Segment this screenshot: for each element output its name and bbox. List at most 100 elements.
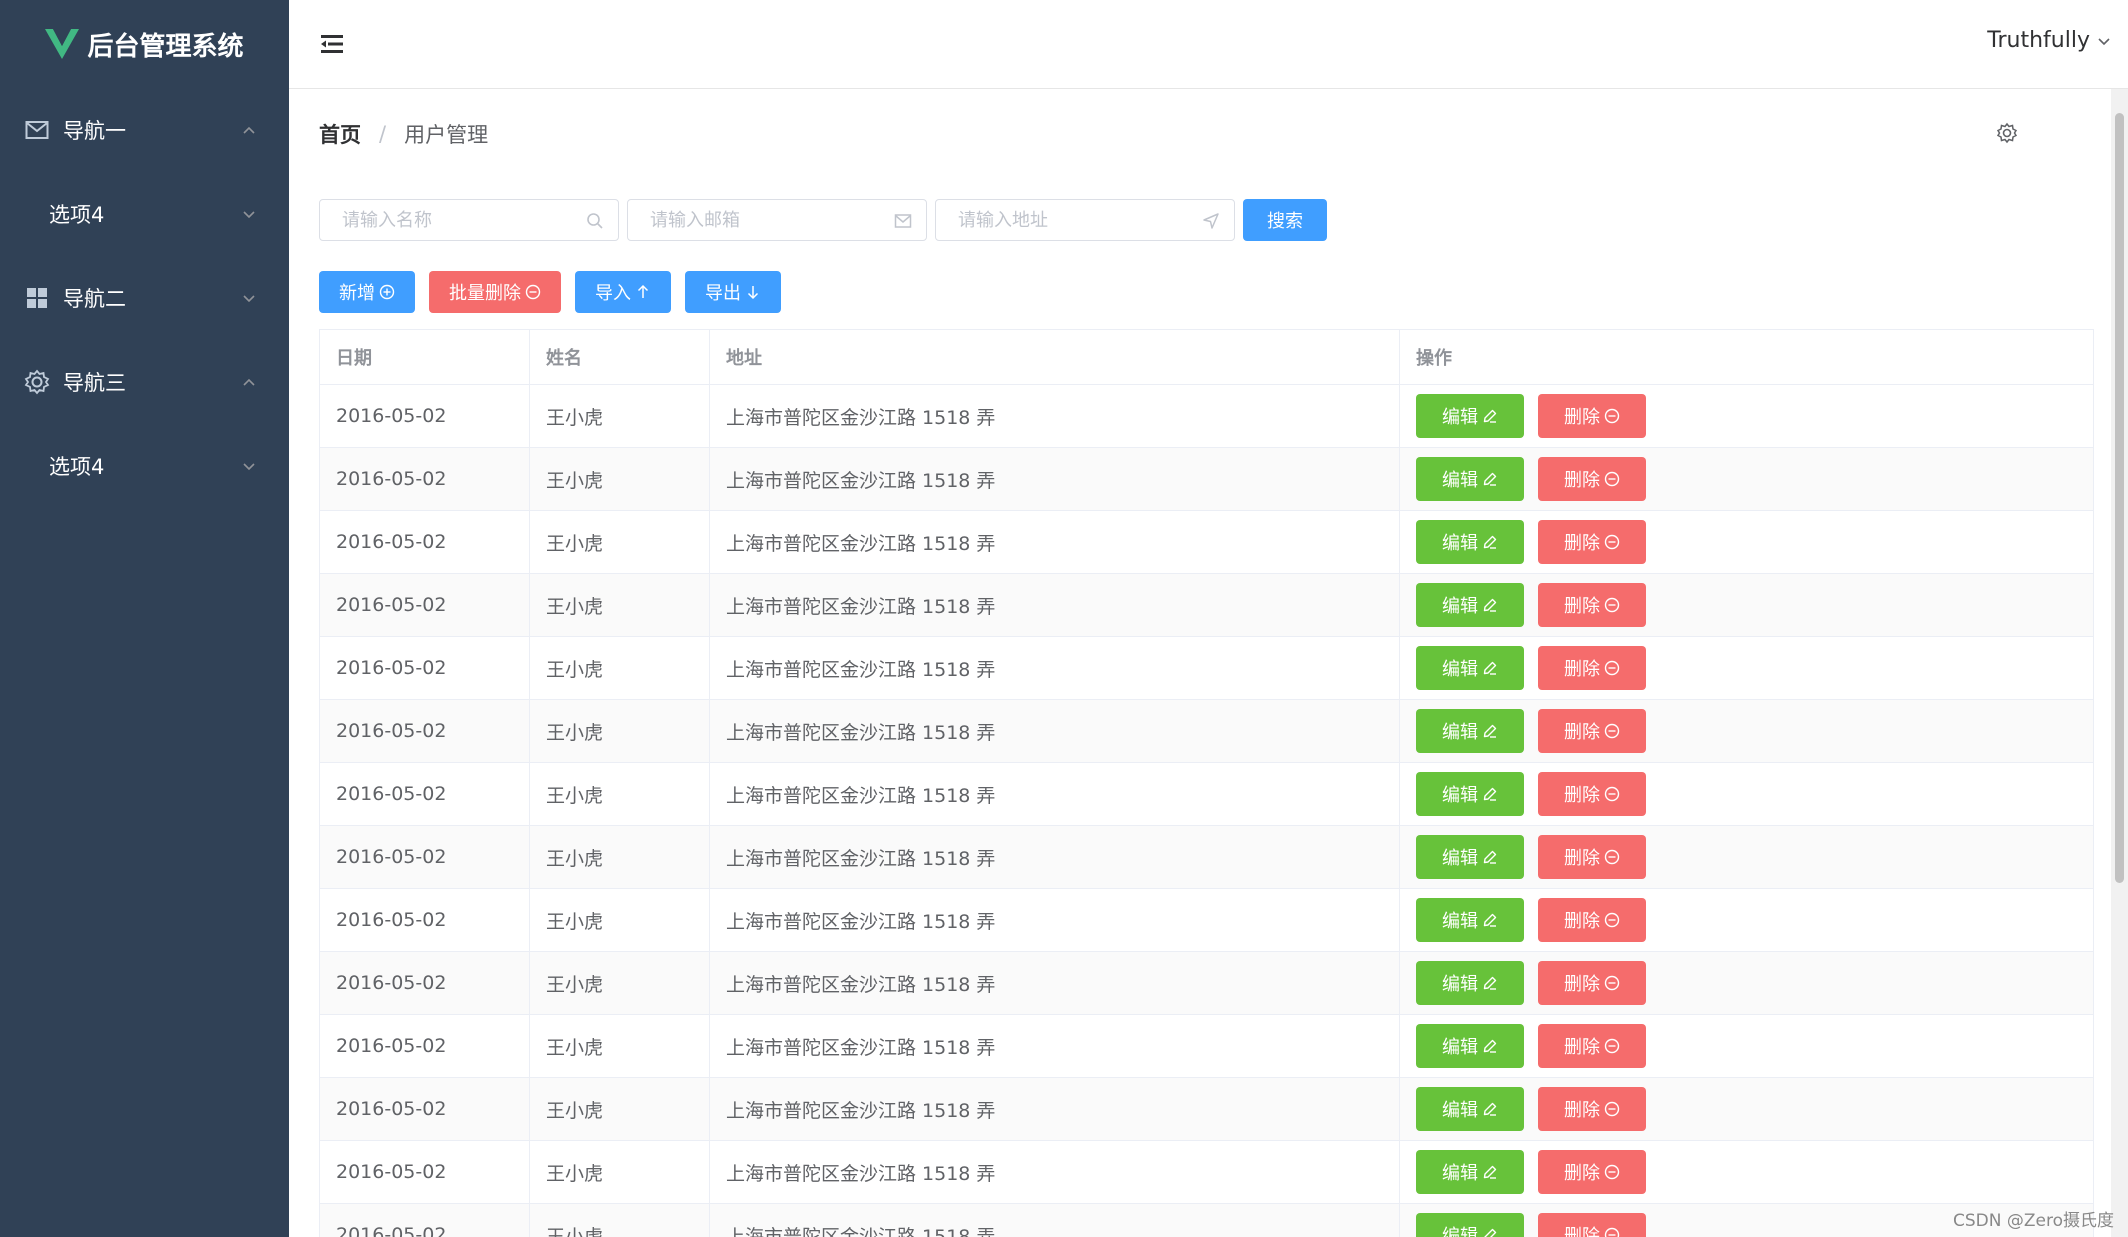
cell-name: 王小虎: [530, 574, 710, 636]
edit-button[interactable]: 编辑: [1416, 835, 1524, 879]
cell-actions: 编辑 删除: [1400, 385, 2093, 447]
circle-minus-icon: [1604, 786, 1620, 802]
nav-subitem-option4[interactable]: 选项4: [0, 424, 289, 508]
email-search-input[interactable]: [628, 200, 890, 240]
menu-fold-icon[interactable]: [321, 34, 343, 54]
table-row[interactable]: 2016-05-02 王小虎 上海市普陀区金沙江路 1518 弄编辑 删除: [320, 1015, 2093, 1078]
cell-date: 2016-05-02: [320, 1015, 530, 1077]
cell-name: 王小虎: [530, 1141, 710, 1203]
edit-button[interactable]: 编辑: [1416, 709, 1524, 753]
cell-actions: 编辑 删除: [1400, 1078, 2093, 1140]
cell-address: 上海市普陀区金沙江路 1518 弄: [710, 637, 1400, 699]
edit-button[interactable]: 编辑: [1416, 1087, 1524, 1131]
app-title: 后台管理系统: [87, 31, 244, 62]
cell-name: 王小虎: [530, 448, 710, 510]
cell-name: 王小虎: [530, 952, 710, 1014]
cell-date: 2016-05-02: [320, 511, 530, 573]
cell-actions: 编辑 删除: [1400, 889, 2093, 951]
nav-subitem-option4[interactable]: 选项4: [0, 172, 289, 256]
cell-date: 2016-05-02: [320, 448, 530, 510]
nav-item-3[interactable]: 导航三: [0, 340, 289, 424]
address-search-input[interactable]: [936, 200, 1198, 240]
table-row[interactable]: 2016-05-02 王小虎 上海市普陀区金沙江路 1518 弄编辑 删除: [320, 700, 2093, 763]
delete-button[interactable]: 删除: [1538, 457, 1646, 501]
nav-item-1[interactable]: 导航一: [0, 88, 289, 172]
delete-button[interactable]: 删除: [1538, 1087, 1646, 1131]
breadcrumb-home[interactable]: 首页: [319, 119, 361, 149]
table-row[interactable]: 2016-05-02 王小虎 上海市普陀区金沙江路 1518 弄编辑 删除: [320, 637, 2093, 700]
cell-address: 上海市普陀区金沙江路 1518 弄: [710, 1015, 1400, 1077]
table-row[interactable]: 2016-05-02 王小虎 上海市普陀区金沙江路 1518 弄编辑 删除: [320, 574, 2093, 637]
edit-button[interactable]: 编辑: [1416, 1150, 1524, 1194]
search-button[interactable]: 搜索: [1243, 199, 1327, 241]
cell-actions: 编辑 删除: [1400, 637, 2093, 699]
delete-button[interactable]: 删除: [1538, 583, 1646, 627]
edit-icon: [1483, 598, 1497, 612]
watermark: CSDN @Zero摄氏度: [1953, 1211, 2114, 1231]
cell-actions: 编辑 删除: [1400, 1141, 2093, 1203]
edit-button[interactable]: 编辑: [1416, 772, 1524, 816]
delete-button[interactable]: 删除: [1538, 1150, 1646, 1194]
nav-label: 导航二: [63, 287, 126, 311]
table-row[interactable]: 2016-05-02 王小虎 上海市普陀区金沙江路 1518 弄编辑 删除: [320, 952, 2093, 1015]
circle-minus-icon: [1604, 534, 1620, 550]
circle-minus-icon: [525, 284, 541, 300]
edit-icon: [1483, 409, 1497, 423]
nav-item-2[interactable]: 导航二: [0, 256, 289, 340]
nav-label: 选项4: [49, 455, 105, 479]
edit-button[interactable]: 编辑: [1416, 898, 1524, 942]
export-button[interactable]: 导出: [685, 271, 781, 313]
edit-button[interactable]: 编辑: [1416, 394, 1524, 438]
main-content: 首页 / 用户管理 搜索 新增 批量删除 导入: [289, 89, 2111, 1237]
nav-label: 导航一: [63, 119, 126, 143]
import-button[interactable]: 导入: [575, 271, 671, 313]
add-button[interactable]: 新增: [319, 271, 415, 313]
delete-button-label: 删除: [1564, 596, 1600, 617]
edit-button-label: 编辑: [1442, 533, 1478, 554]
edit-button[interactable]: 编辑: [1416, 646, 1524, 690]
delete-button[interactable]: 删除: [1538, 709, 1646, 753]
edit-button[interactable]: 编辑: [1416, 457, 1524, 501]
scrollbar-thumb[interactable]: [2115, 113, 2124, 883]
add-button-label: 新增: [339, 283, 375, 304]
app-logo[interactable]: 后台管理系统: [0, 0, 289, 88]
delete-button[interactable]: 删除: [1538, 520, 1646, 564]
table-row[interactable]: 2016-05-02 王小虎 上海市普陀区金沙江路 1518 弄编辑 删除: [320, 826, 2093, 889]
settings-icon[interactable]: [1996, 122, 2018, 144]
delete-button[interactable]: 删除: [1538, 961, 1646, 1005]
delete-button[interactable]: 删除: [1538, 835, 1646, 879]
edit-button[interactable]: 编辑: [1416, 1024, 1524, 1068]
table-row[interactable]: 2016-05-02 王小虎 上海市普陀区金沙江路 1518 弄编辑 删除: [320, 511, 2093, 574]
cell-address: 上海市普陀区金沙江路 1518 弄: [710, 1204, 1400, 1237]
delete-button[interactable]: 删除: [1538, 898, 1646, 942]
edit-button[interactable]: 编辑: [1416, 961, 1524, 1005]
table-row[interactable]: 2016-05-02 王小虎 上海市普陀区金沙江路 1518 弄编辑 删除: [320, 1204, 2093, 1237]
circle-minus-icon: [1604, 1038, 1620, 1054]
delete-button[interactable]: 删除: [1538, 1024, 1646, 1068]
edit-button[interactable]: 编辑: [1416, 520, 1524, 564]
position-icon: [1203, 213, 1219, 229]
edit-icon: [1483, 913, 1497, 927]
delete-button[interactable]: 删除: [1538, 646, 1646, 690]
table-row[interactable]: 2016-05-02 王小虎 上海市普陀区金沙江路 1518 弄编辑 删除: [320, 763, 2093, 826]
table-header: 日期 姓名 地址 操作: [320, 330, 2093, 385]
circle-plus-icon: [379, 284, 395, 300]
delete-button[interactable]: 删除: [1538, 772, 1646, 816]
user-dropdown[interactable]: Truthfully: [1987, 28, 2112, 53]
cell-date: 2016-05-02: [320, 700, 530, 762]
table-row[interactable]: 2016-05-02 王小虎 上海市普陀区金沙江路 1518 弄编辑 删除: [320, 385, 2093, 448]
column-header-address: 地址: [710, 330, 1400, 384]
table-row[interactable]: 2016-05-02 王小虎 上海市普陀区金沙江路 1518 弄编辑 删除: [320, 889, 2093, 952]
name-search-input[interactable]: [320, 200, 582, 240]
edit-button[interactable]: 编辑: [1416, 583, 1524, 627]
delete-button-label: 删除: [1564, 722, 1600, 743]
table-row[interactable]: 2016-05-02 王小虎 上海市普陀区金沙江路 1518 弄编辑 删除: [320, 448, 2093, 511]
delete-button[interactable]: 删除: [1538, 394, 1646, 438]
table-row[interactable]: 2016-05-02 王小虎 上海市普陀区金沙江路 1518 弄编辑 删除: [320, 1078, 2093, 1141]
page-scrollbar[interactable]: [2111, 89, 2128, 1237]
edit-button[interactable]: 编辑: [1416, 1213, 1524, 1237]
delete-button[interactable]: 删除: [1538, 1213, 1646, 1237]
circle-minus-icon: [1604, 660, 1620, 676]
table-row[interactable]: 2016-05-02 王小虎 上海市普陀区金沙江路 1518 弄编辑 删除: [320, 1141, 2093, 1204]
batch-delete-button[interactable]: 批量删除: [429, 271, 561, 313]
